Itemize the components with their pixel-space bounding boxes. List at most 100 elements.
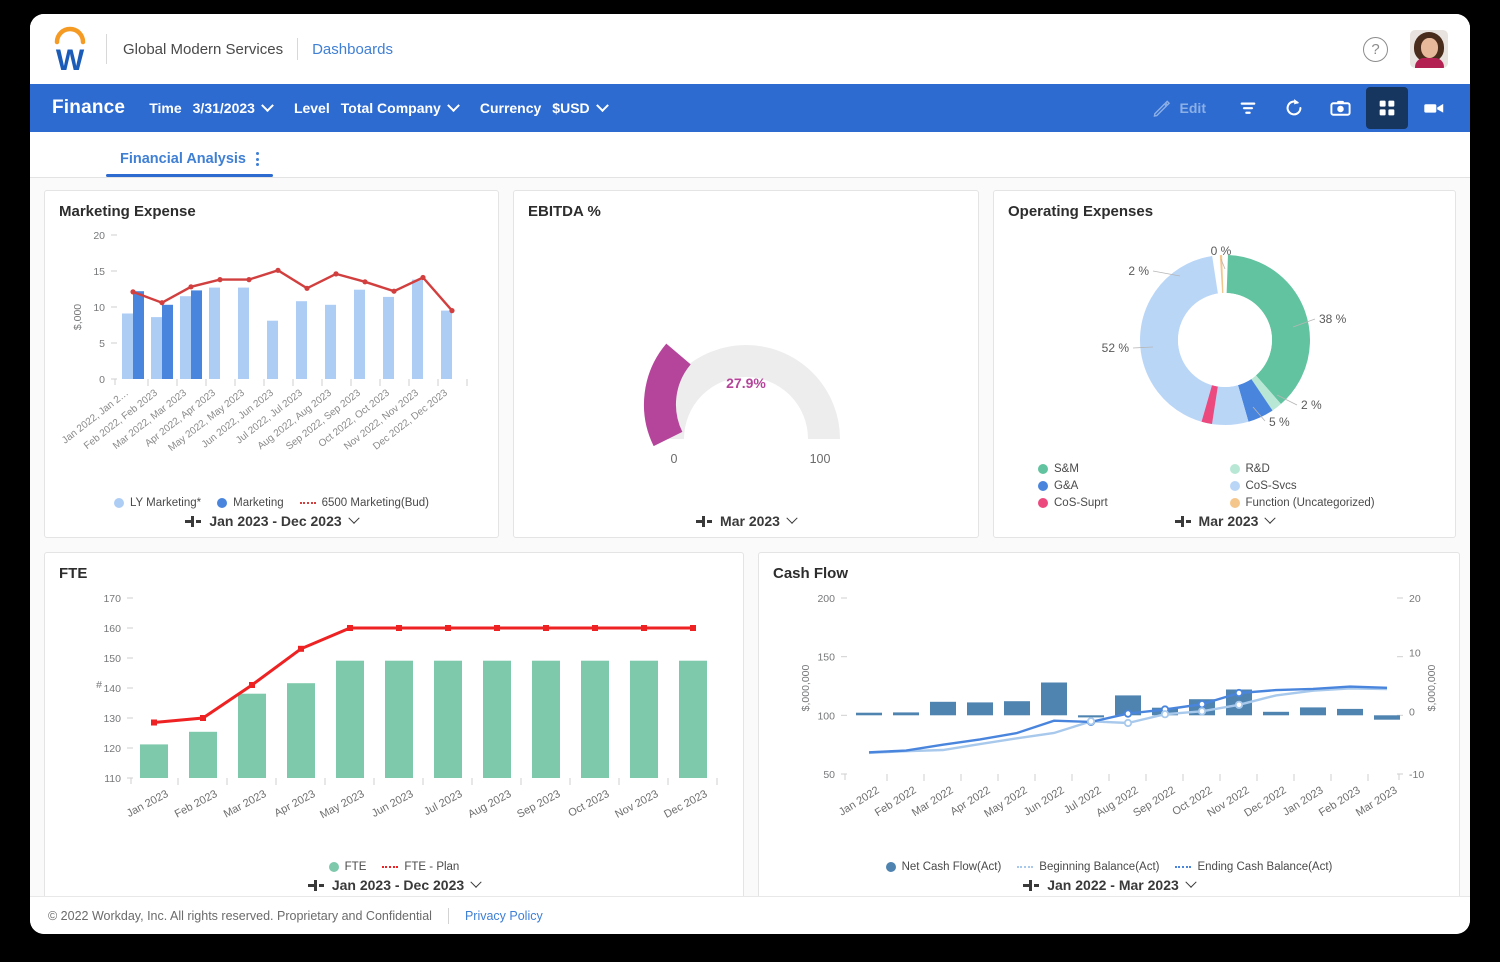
global-header: W Global Modern Services Dashboards ? [30,14,1470,84]
chevron-down-icon [347,512,360,524]
svg-text:$,000,000: $,000,000 [800,664,812,711]
legend-item-ga[interactable]: G&A [1038,480,1220,492]
marketing-chart[interactable]: 20 15 10 5 0 $,000 Jan 2022, Jan 2… Feb … [59,222,484,497]
cashflow-chart[interactable]: 200 150 100 50 $,000,000 20 10 0 -10 $,0… [773,584,1445,861]
grid-view-button[interactable] [1366,87,1408,129]
legend-label: S&M [1054,463,1079,475]
legend-item-cos-suprt[interactable]: CoS-Suprt [1038,497,1220,509]
svg-text:100: 100 [817,710,835,722]
svg-text:$,000: $,000 [72,304,84,330]
dashboard-grid: Marketing Expense 20 15 10 5 0 $,000 Jan… [30,178,1470,896]
edit-button[interactable]: Edit [1152,99,1206,118]
user-avatar[interactable] [1410,30,1448,68]
level-filter-text: Total Company [340,100,441,116]
refresh-button[interactable] [1274,89,1314,127]
legend-swatch [113,498,124,508]
legend-item-uncategorized[interactable]: Function (Uncategorized) [1229,497,1412,509]
org-name: Global Modern Services [123,40,284,58]
svg-text:Jan 2023: Jan 2023 [125,788,171,820]
legend-label: LY Marketing* [129,497,202,509]
tab-financial-analysis[interactable]: Financial Analysis [106,151,273,177]
legend-item-net-cash-flow[interactable]: Net Cash Flow(Act) [885,861,1001,873]
fte-legend: FTE FTE - Plan [59,861,729,873]
chevron-down-icon [1185,876,1197,888]
period-pin-icon [1023,879,1040,891]
filter-button[interactable] [1228,89,1268,127]
opex-donut[interactable]: 38 % 52 % 0 % 2 % 2 % 5 % [1008,222,1441,463]
pencil-icon [1153,99,1170,117]
x-axis-labels: Jan 2023 Feb 2023 Mar 2023 Apr 2023 May … [125,788,710,821]
svg-text:Oct 2023: Oct 2023 [566,788,611,820]
help-circle-icon[interactable]: ? [1363,36,1388,62]
workday-logo-icon[interactable]: W [48,26,92,77]
legend-item-ending-balance[interactable]: Ending Cash Balance(Act) [1175,861,1332,873]
legend-item-marketing[interactable]: Marketing [217,497,284,509]
opex-period-selector[interactable]: Mar 2023 [1008,509,1441,529]
svg-text:0 %: 0 % [1210,244,1231,258]
legend-item-marketing-bud[interactable]: 6500 Marketing(Bud) [299,497,429,509]
cashflow-period-selector[interactable]: Jan 2022 - Mar 2023 [773,873,1445,893]
fte-chart[interactable]: 170 160 150 140 130 120 110 # Jan 2023 F… [59,584,729,861]
footer-divider [447,907,449,924]
svg-text:2 %: 2 % [1128,264,1149,278]
svg-text:50: 50 [823,769,835,781]
card-title: Cash Flow [773,565,849,582]
card-ebitda: EBITDA % 27.9% 0 100 Mar 2023 [513,190,979,538]
legend-item-beginning-balance[interactable]: Beginning Balance(Act) [1017,861,1159,873]
legend-label: Function (Uncategorized) [1245,497,1375,509]
svg-text:W: W [56,44,85,72]
svg-text:140: 140 [103,683,121,695]
breadcrumb-dashboards-link[interactable]: Dashboards [312,41,393,58]
legend-item-fte[interactable]: FTE [328,861,366,873]
time-filter-value[interactable]: 3/31/2023 [193,98,274,116]
legend-item-rd[interactable]: R&D [1229,463,1412,475]
tab-label: Financial Analysis [120,151,246,167]
period-pin-icon [307,879,324,891]
ebitda-period-selector[interactable]: Mar 2023 [528,509,964,529]
svg-text:#: # [96,679,102,691]
svg-text:Apr 2023: Apr 2023 [272,788,317,820]
svg-text:Nov 2023: Nov 2023 [613,788,660,821]
y-axis: 170 160 150 140 130 120 110 # [96,593,121,785]
fte-chart-svg: 170 160 150 140 130 120 110 # Jan 2023 F… [96,593,718,821]
fte-period-selector[interactable]: Jan 2023 - Dec 2023 [59,873,729,893]
currency-filter-value[interactable]: $USD [552,98,609,116]
y-axis: 20 15 10 5 0 $,000 [72,230,105,386]
svg-text:5 %: 5 % [1269,415,1290,429]
svg-text:150: 150 [817,652,835,664]
tab-options-kebab-icon[interactable] [255,152,259,166]
tab-active-indicator [106,174,273,177]
copyright-text: © 2022 Workday, Inc. All rights reserved… [48,908,432,923]
card-title: Marketing Expense [59,203,196,220]
snapshot-button[interactable] [1320,89,1360,127]
legend-item-ly-marketing[interactable]: LY Marketing* [113,497,202,509]
app-toolbar: Finance Time 3/31/2023 Level Total Compa… [30,84,1470,132]
tab-bar: Financial Analysis [30,132,1470,178]
chevron-down-icon [470,876,482,888]
x-ticks [886,774,1369,781]
refresh-icon [1286,99,1302,116]
time-filter-group: Time 3/31/2023 [149,98,274,116]
legend-item-cos-svcs[interactable]: CoS-Svcs [1229,480,1412,492]
period-pin-icon [185,515,202,527]
svg-text:160: 160 [103,623,121,635]
card-title: EBITDA % [528,203,601,220]
svg-text:Jun 2023: Jun 2023 [370,788,416,820]
privacy-policy-link[interactable]: Privacy Policy [465,909,543,923]
svg-text:0: 0 [1409,706,1415,718]
svg-text:2 %: 2 % [1301,398,1322,412]
level-filter-value[interactable]: Total Company [340,98,460,116]
video-button[interactable] [1414,89,1454,127]
legend-label: FTE - Plan [404,861,460,873]
page-footer: © 2022 Workday, Inc. All rights reserved… [30,896,1470,934]
left-y-axis: 200 150 100 50 $,000,000 [800,593,835,781]
legend-item-fte-plan[interactable]: FTE - Plan [382,861,459,873]
currency-filter-group: Currency $USD [480,98,609,116]
marketing-period-selector[interactable]: Jan 2023 - Dec 2023 [59,509,484,529]
ebitda-gauge[interactable]: 27.9% 0 100 [528,222,964,509]
svg-text:Feb 2023: Feb 2023 [1317,784,1363,819]
opex-legend: S&M R&D G&A CoS-Svcs CoS-Suprt Function … [1008,463,1441,509]
period-pin-icon [1174,515,1191,527]
legend-label: Beginning Balance(Act) [1039,861,1160,873]
legend-item-sm[interactable]: S&M [1038,463,1220,475]
